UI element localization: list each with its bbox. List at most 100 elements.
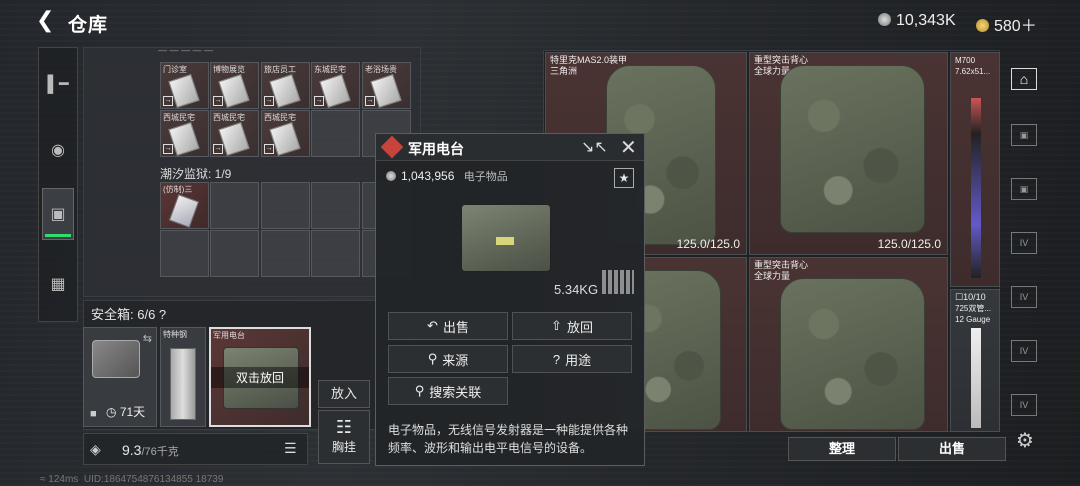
storage-item-slot[interactable]: 东城民宅 →	[311, 62, 360, 109]
currency-premium[interactable]: 580＋	[976, 12, 1037, 36]
sell-button[interactable]: ↶ 出售	[388, 312, 508, 340]
currency-coins: 10,343K	[878, 12, 956, 30]
side-tab-4[interactable]: IV	[1011, 286, 1037, 308]
collapse-icon[interactable]: ↘↖	[581, 137, 608, 157]
slot-label: 博物展览	[213, 65, 245, 74]
storage-item-slot[interactable]: 西城民宅 →	[160, 110, 209, 157]
search-related-button[interactable]: ⚲ 搜索关联	[388, 377, 508, 405]
search-icon: ⚲	[427, 351, 438, 366]
radio-large-image	[461, 204, 551, 272]
rail-gear[interactable]: ◉	[42, 124, 74, 176]
side-tab-3[interactable]: IV	[1011, 232, 1037, 254]
storage-empty-slot[interactable]	[210, 182, 259, 229]
slot-label: 旅店员工	[264, 65, 296, 74]
storage-item-slot[interactable]: 西城民宅 →	[210, 110, 259, 157]
section-label-clipped: — — — — —	[158, 45, 214, 53]
storage-empty-slot[interactable]	[311, 230, 360, 277]
steel-bar-icon	[170, 348, 196, 420]
side-tab-1[interactable]: ▣	[1011, 124, 1037, 146]
side-tab-home-icon[interactable]: ⌂	[1011, 68, 1037, 90]
weight-value: 9.3/76千克	[122, 442, 179, 458]
safebox-container[interactable]: ⇆ ■ ◷ 71天	[83, 327, 157, 427]
swap-icon[interactable]: ⇆	[143, 332, 152, 345]
tag-icon: →	[365, 96, 375, 106]
popup-weight: 5.34KG	[554, 282, 599, 297]
safebox-slot-radio[interactable]: 军用电台 双击放回	[209, 327, 311, 427]
safebox-timer: ◷ 71天	[106, 405, 146, 419]
item-description: 电子物品，无线信号发射器是一种能提供各种频率、波形和输出电平电信号的设备。	[388, 423, 629, 455]
storage-item-slot[interactable]: 旅店员工 →	[261, 62, 310, 109]
side-tab-2[interactable]: ▣	[1011, 178, 1037, 200]
side-tab-6[interactable]: IV	[1011, 394, 1037, 416]
rifle-cell[interactable]: M700 7.62x51...	[950, 52, 1000, 287]
toolbox-icon: ▦	[50, 276, 66, 293]
storage-item-slot[interactable]: 博物展览 →	[210, 62, 259, 109]
storage-item-slot[interactable]: 西城民宅 →	[261, 110, 310, 157]
slot-label: 老浴场贵	[365, 65, 397, 74]
vest-image-2	[780, 278, 925, 430]
upload-icon: ⇧	[551, 318, 562, 333]
armor-cell-4[interactable]: 重型突击背心 全球力量	[749, 257, 948, 432]
page-title: 仓库	[68, 15, 109, 36]
help-icon[interactable]: ?	[159, 307, 166, 322]
list-icon[interactable]: ☰	[284, 440, 297, 457]
storage-empty-slot[interactable]	[261, 182, 310, 229]
tag-icon: →	[163, 144, 173, 154]
side-tab-5[interactable]: IV	[1011, 340, 1037, 362]
lock-icon: ■	[90, 408, 97, 420]
storage-empty-slot[interactable]	[311, 110, 360, 157]
popup-title: 军用电台	[408, 141, 464, 157]
safebox-label: 安全箱: 6/6 ?	[91, 307, 167, 322]
chest-rig-button[interactable]: ☷ 胸挂	[318, 410, 370, 464]
shotgun-image	[971, 328, 981, 428]
storage-item-slot[interactable]: 老浴场贵 →	[362, 62, 411, 109]
source-button[interactable]: ⚲ 来源	[388, 345, 508, 373]
close-icon[interactable]: ✕	[620, 135, 637, 160]
settings-gear-icon[interactable]: ⚙	[1016, 428, 1034, 453]
key-card-icon	[168, 194, 200, 228]
favorite-star-icon[interactable]: ★	[614, 168, 634, 188]
search-icon-2: ⚲	[414, 383, 425, 398]
storage-empty-slot[interactable]	[261, 230, 310, 277]
tag-icon: →	[264, 144, 274, 154]
status-bar: ≈ 124ms UID:1864754876134855 18739	[40, 474, 224, 485]
tag-icon: →	[314, 96, 324, 106]
rail-backpack[interactable]: ▣	[42, 188, 74, 240]
weight-bar: ◈ 9.3/76千克 ☰	[83, 433, 308, 465]
safebox-case-icon	[92, 340, 140, 378]
organize-button[interactable]: 整理	[788, 437, 896, 461]
popup-header: 军用电台 ↘↖ ✕	[376, 134, 644, 161]
tag-icon: →	[163, 96, 173, 106]
tide-item-slot[interactable]: (仿制)三	[160, 182, 209, 229]
usage-button[interactable]: ? 用途	[512, 345, 632, 373]
helmet-icon: ◉	[51, 142, 65, 159]
storage-empty-slot[interactable]	[210, 230, 259, 277]
tag-icon: →	[213, 144, 223, 154]
safebox-slot-steel[interactable]: 特种钢	[160, 327, 206, 427]
storage-empty-slot[interactable]	[311, 182, 360, 229]
backpack-icon: ▣	[50, 206, 66, 223]
storage-empty-slot[interactable]	[160, 230, 209, 277]
armor-cell-2[interactable]: 重型突击背心 全球力量 125.0/125.0	[749, 52, 948, 255]
storage-item-slot[interactable]: 门诊室 →	[160, 62, 209, 109]
sell-icon: ↶	[427, 318, 438, 333]
tide-prison-label: 潮汐监狱: 1/9	[160, 167, 232, 181]
item-type-icon	[380, 135, 404, 159]
put-in-button[interactable]: 放入	[318, 380, 370, 408]
rail-weapons[interactable]: ▌━	[42, 58, 74, 110]
coin-icon-small	[386, 171, 396, 181]
sell-all-button[interactable]: 出售	[898, 437, 1006, 461]
coin-icon	[878, 13, 891, 26]
tag-icon: →	[213, 96, 223, 106]
back-arrow-icon[interactable]: ❮	[36, 9, 58, 31]
rail-toolbox[interactable]: ▦	[42, 258, 74, 310]
weight-icon: ◈	[90, 441, 101, 457]
gun-icon: ▌━	[47, 76, 69, 93]
radio-screen	[496, 237, 514, 245]
shotgun-cell[interactable]: ☐10/10 725双管... 12 Gauge	[950, 289, 1000, 432]
gold-coin-icon	[976, 19, 989, 32]
return-button[interactable]: ⇧ 放回	[512, 312, 632, 340]
grid-size-icon	[602, 270, 634, 294]
slot-label: 西城民宅	[264, 113, 296, 122]
slot-label: 西城民宅	[163, 113, 195, 122]
